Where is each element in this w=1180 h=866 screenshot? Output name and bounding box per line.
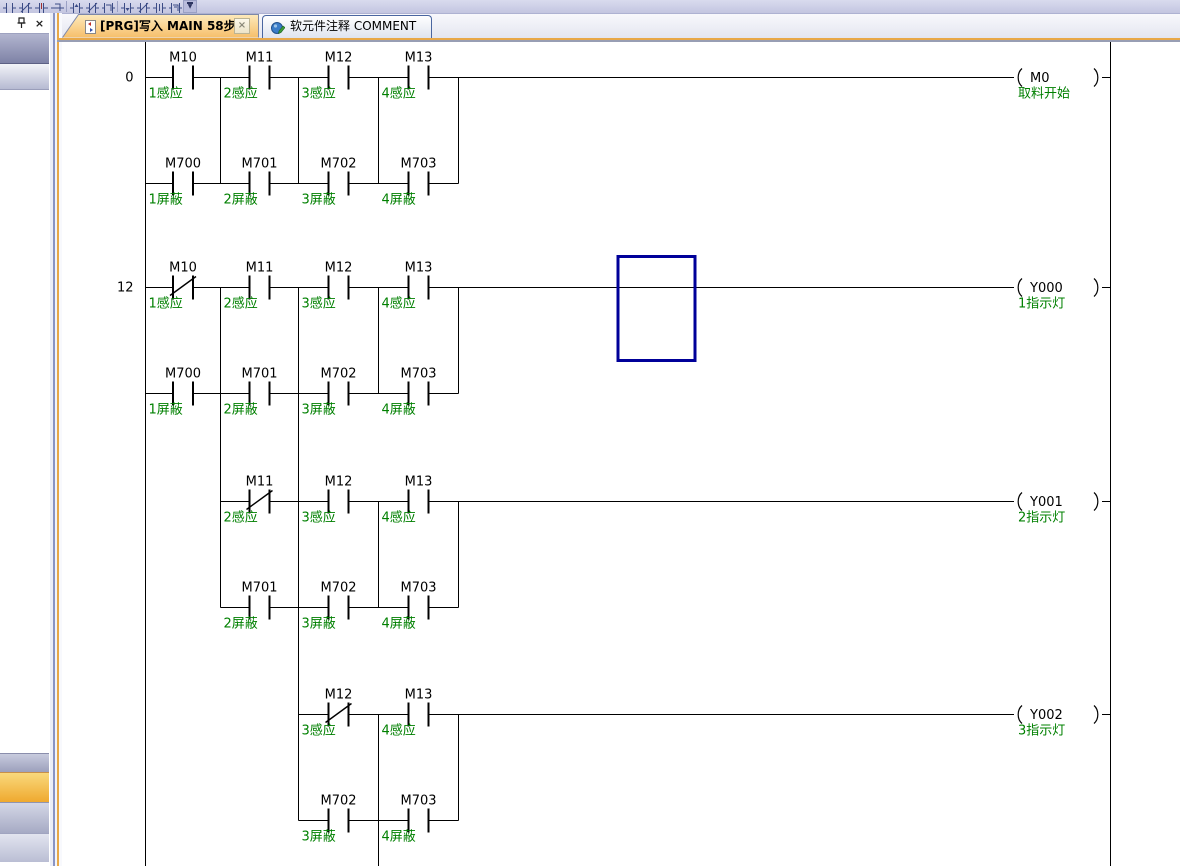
device-label: M13 [405,475,433,490]
device-label: M703 [400,367,436,382]
device-label: M12 [325,475,353,490]
coil-comment-label: 1指示灯 [1018,297,1065,312]
comment-label: 2感应 [224,296,258,312]
device-label: M10 [169,51,197,66]
ladder-lines [146,42,1111,866]
device-label: M12 [325,51,353,66]
device-label: M13 [405,51,433,66]
comment-label: 2屏蔽 [224,193,258,208]
comment-label: 4屏蔽 [382,403,416,418]
ladder-editor-canvas[interactable]: 0 12 M10 M11 M12 M13 1感应 2感应 3感应 4感应 M70… [0,0,1180,866]
comment-label: 3屏蔽 [302,193,336,208]
device-label: M13 [405,261,433,276]
device-label: M703 [400,794,436,809]
coil-comment-label: 3指示灯 [1018,724,1065,739]
device-label: M702 [320,794,356,809]
coil-comment-label: 取料开始 [1018,87,1070,102]
device-label: M11 [246,261,274,276]
coil-device-label: Y000 [1029,281,1063,296]
device-label: M702 [320,581,356,596]
comment-label: 2屏蔽 [224,403,258,418]
comment-label: 2感应 [224,510,258,526]
comment-label: 3感应 [302,296,336,312]
comment-label: 4感应 [382,510,416,526]
comment-label: 3屏蔽 [302,617,336,632]
device-label: M701 [241,581,277,596]
rung-number: 0 [125,71,133,86]
comment-label: 4屏蔽 [382,830,416,845]
comment-label: 4屏蔽 [382,193,416,208]
gx-works2-window: ▼ × [0,0,1180,866]
comment-label: 1屏蔽 [149,193,183,208]
comment-label: 2屏蔽 [224,617,258,632]
comment-label: 2感应 [224,86,258,102]
comment-label: 3感应 [302,86,336,102]
comment-label: 4感应 [382,723,416,739]
device-label: M701 [241,367,277,382]
comment-label: 3感应 [302,510,336,526]
comment-label: 1屏蔽 [149,403,183,418]
device-label: M702 [320,157,356,172]
coil-comment-label: 2指示灯 [1018,511,1065,526]
comment-label: 3感应 [302,723,336,739]
device-label: M13 [405,688,433,703]
comment-label: 3屏蔽 [302,403,336,418]
comment-label: 4屏蔽 [382,617,416,632]
device-label: M12 [325,688,353,703]
device-label: M703 [400,157,436,172]
rung-number: 12 [117,281,134,296]
comment-label: 4感应 [382,296,416,312]
device-label: M11 [246,51,274,66]
device-label: M12 [325,261,353,276]
device-label: M702 [320,367,356,382]
device-label: M700 [165,367,201,382]
device-label: M11 [246,475,274,490]
comment-label: 3屏蔽 [302,830,336,845]
comment-label: 1感应 [149,296,183,312]
device-label: M703 [400,581,436,596]
device-label: M701 [241,157,277,172]
device-label: M700 [165,157,201,172]
device-label: M10 [169,261,197,276]
coil-device-label: Y001 [1029,495,1063,510]
selection-cursor[interactable] [618,257,695,361]
coil-device-label: M0 [1030,71,1050,86]
comment-label: 1感应 [149,86,183,102]
coil-device-label: Y002 [1029,708,1063,723]
comment-label: 4感应 [382,86,416,102]
